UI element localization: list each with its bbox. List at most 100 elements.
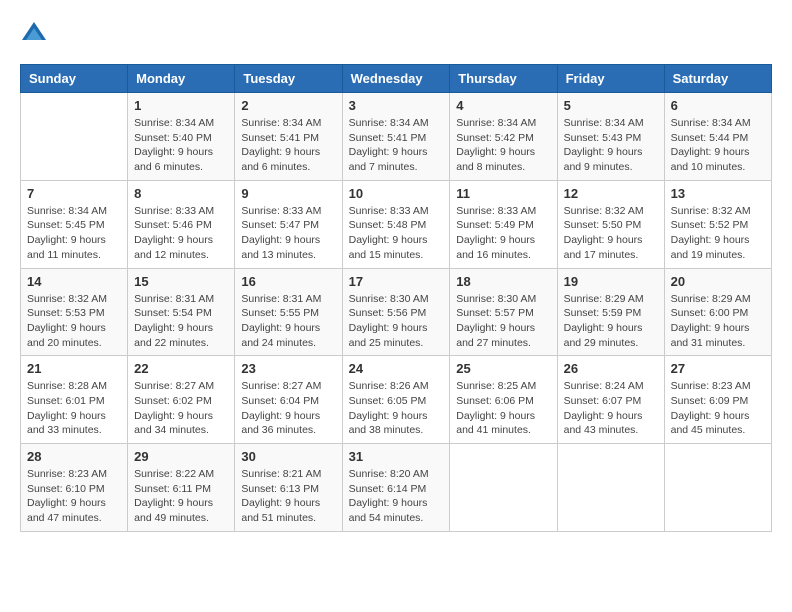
weekday-header-tuesday: Tuesday [235,65,342,93]
day-info: Sunrise: 8:20 AMSunset: 6:14 PMDaylight:… [349,467,444,526]
day-info: Sunrise: 8:34 AMSunset: 5:43 PMDaylight:… [564,116,658,175]
calendar-cell: 20 Sunrise: 8:29 AMSunset: 6:00 PMDayligh… [664,268,771,356]
day-info: Sunrise: 8:21 AMSunset: 6:13 PMDaylight:… [241,467,335,526]
day-info: Sunrise: 8:31 AMSunset: 5:55 PMDaylight:… [241,292,335,351]
day-number: 24 [349,361,444,376]
calendar-table: SundayMondayTuesdayWednesdayThursdayFrid… [20,64,772,532]
day-number: 10 [349,186,444,201]
calendar-week-row: 14 Sunrise: 8:32 AMSunset: 5:53 PMDayligh… [21,268,772,356]
day-number: 22 [134,361,228,376]
day-number: 4 [456,98,550,113]
calendar-cell: 15 Sunrise: 8:31 AMSunset: 5:54 PMDayligh… [128,268,235,356]
weekday-header-sunday: Sunday [21,65,128,93]
day-info: Sunrise: 8:23 AMSunset: 6:10 PMDaylight:… [27,467,121,526]
day-info: Sunrise: 8:25 AMSunset: 6:06 PMDaylight:… [456,379,550,438]
day-info: Sunrise: 8:29 AMSunset: 5:59 PMDaylight:… [564,292,658,351]
day-info: Sunrise: 8:30 AMSunset: 5:57 PMDaylight:… [456,292,550,351]
logo [20,20,52,48]
day-number: 27 [671,361,765,376]
day-info: Sunrise: 8:27 AMSunset: 6:04 PMDaylight:… [241,379,335,438]
calendar-cell: 18 Sunrise: 8:30 AMSunset: 5:57 PMDayligh… [450,268,557,356]
day-number: 14 [27,274,121,289]
weekday-header-wednesday: Wednesday [342,65,450,93]
calendar-cell: 22 Sunrise: 8:27 AMSunset: 6:02 PMDayligh… [128,356,235,444]
day-number: 30 [241,449,335,464]
day-number: 20 [671,274,765,289]
logo-icon [20,20,48,48]
day-number: 7 [27,186,121,201]
day-info: Sunrise: 8:34 AMSunset: 5:41 PMDaylight:… [349,116,444,175]
calendar-week-row: 7 Sunrise: 8:34 AMSunset: 5:45 PMDaylight… [21,180,772,268]
day-info: Sunrise: 8:30 AMSunset: 5:56 PMDaylight:… [349,292,444,351]
day-number: 11 [456,186,550,201]
calendar-week-row: 28 Sunrise: 8:23 AMSunset: 6:10 PMDayligh… [21,444,772,532]
calendar-cell: 10 Sunrise: 8:33 AMSunset: 5:48 PMDayligh… [342,180,450,268]
calendar-cell: 29Sunrise: 8:22 AMSunset: 6:11 PMDayligh… [128,444,235,532]
day-info: Sunrise: 8:34 AMSunset: 5:45 PMDaylight:… [27,204,121,263]
day-info: Sunrise: 8:28 AMSunset: 6:01 PMDaylight:… [27,379,121,438]
calendar-cell: 25 Sunrise: 8:25 AMSunset: 6:06 PMDayligh… [450,356,557,444]
day-number: 8 [134,186,228,201]
day-info: Sunrise: 8:32 AMSunset: 5:53 PMDaylight:… [27,292,121,351]
calendar-cell: 17 Sunrise: 8:30 AMSunset: 5:56 PMDayligh… [342,268,450,356]
day-info: Sunrise: 8:32 AMSunset: 5:50 PMDaylight:… [564,204,658,263]
calendar-cell: 31Sunrise: 8:20 AMSunset: 6:14 PMDayligh… [342,444,450,532]
calendar-cell: 5 Sunrise: 8:34 AMSunset: 5:43 PMDaylight… [557,93,664,181]
calendar-cell: 4 Sunrise: 8:34 AMSunset: 5:42 PMDaylight… [450,93,557,181]
day-info: Sunrise: 8:27 AMSunset: 6:02 PMDaylight:… [134,379,228,438]
day-number: 19 [564,274,658,289]
calendar-cell: 12 Sunrise: 8:32 AMSunset: 5:50 PMDayligh… [557,180,664,268]
calendar-cell [21,93,128,181]
weekday-header-saturday: Saturday [664,65,771,93]
day-info: Sunrise: 8:29 AMSunset: 6:00 PMDaylight:… [671,292,765,351]
weekday-header-thursday: Thursday [450,65,557,93]
calendar-cell: 19 Sunrise: 8:29 AMSunset: 5:59 PMDayligh… [557,268,664,356]
day-number: 3 [349,98,444,113]
calendar-cell: 3 Sunrise: 8:34 AMSunset: 5:41 PMDaylight… [342,93,450,181]
calendar-cell: 21Sunrise: 8:28 AMSunset: 6:01 PMDayligh… [21,356,128,444]
calendar-cell: 26Sunrise: 8:24 AMSunset: 6:07 PMDayligh… [557,356,664,444]
day-info: Sunrise: 8:32 AMSunset: 5:52 PMDaylight:… [671,204,765,263]
day-number: 5 [564,98,658,113]
day-number: 25 [456,361,550,376]
day-info: Sunrise: 8:34 AMSunset: 5:44 PMDaylight:… [671,116,765,175]
weekday-header-friday: Friday [557,65,664,93]
calendar-cell: 11 Sunrise: 8:33 AMSunset: 5:49 PMDayligh… [450,180,557,268]
calendar-cell: 8 Sunrise: 8:33 AMSunset: 5:46 PMDaylight… [128,180,235,268]
day-info: Sunrise: 8:33 AMSunset: 5:48 PMDaylight:… [349,204,444,263]
calendar-cell [664,444,771,532]
page-header [20,20,772,48]
day-number: 18 [456,274,550,289]
calendar-cell: 2 Sunrise: 8:34 AMSunset: 5:41 PMDaylight… [235,93,342,181]
day-info: Sunrise: 8:23 AMSunset: 6:09 PMDaylight:… [671,379,765,438]
day-info: Sunrise: 8:22 AMSunset: 6:11 PMDaylight:… [134,467,228,526]
day-info: Sunrise: 8:33 AMSunset: 5:46 PMDaylight:… [134,204,228,263]
day-number: 13 [671,186,765,201]
day-number: 17 [349,274,444,289]
day-info: Sunrise: 8:33 AMSunset: 5:47 PMDaylight:… [241,204,335,263]
calendar-cell: 9 Sunrise: 8:33 AMSunset: 5:47 PMDaylight… [235,180,342,268]
calendar-header-row: SundayMondayTuesdayWednesdayThursdayFrid… [21,65,772,93]
day-info: Sunrise: 8:31 AMSunset: 5:54 PMDaylight:… [134,292,228,351]
calendar-week-row: 1Sunrise: 8:34 AMSunset: 5:40 PMDaylight… [21,93,772,181]
calendar-cell: 7 Sunrise: 8:34 AMSunset: 5:45 PMDaylight… [21,180,128,268]
day-number: 9 [241,186,335,201]
day-info: Sunrise: 8:24 AMSunset: 6:07 PMDaylight:… [564,379,658,438]
calendar-cell: 23Sunrise: 8:27 AMSunset: 6:04 PMDayligh… [235,356,342,444]
day-info: Sunrise: 8:34 AMSunset: 5:42 PMDaylight:… [456,116,550,175]
calendar-cell: 16 Sunrise: 8:31 AMSunset: 5:55 PMDayligh… [235,268,342,356]
calendar-cell: 27 Sunrise: 8:23 AMSunset: 6:09 PMDayligh… [664,356,771,444]
calendar-cell: 6 Sunrise: 8:34 AMSunset: 5:44 PMDaylight… [664,93,771,181]
day-number: 28 [27,449,121,464]
day-number: 12 [564,186,658,201]
day-number: 15 [134,274,228,289]
calendar-cell [450,444,557,532]
day-number: 6 [671,98,765,113]
day-info: Sunrise: 8:34 AMSunset: 5:41 PMDaylight:… [241,116,335,175]
day-number: 2 [241,98,335,113]
calendar-cell: 13 Sunrise: 8:32 AMSunset: 5:52 PMDayligh… [664,180,771,268]
day-number: 16 [241,274,335,289]
day-info: Sunrise: 8:34 AMSunset: 5:40 PMDaylight:… [134,116,228,175]
calendar-cell: 28 Sunrise: 8:23 AMSunset: 6:10 PMDayligh… [21,444,128,532]
day-info: Sunrise: 8:33 AMSunset: 5:49 PMDaylight:… [456,204,550,263]
